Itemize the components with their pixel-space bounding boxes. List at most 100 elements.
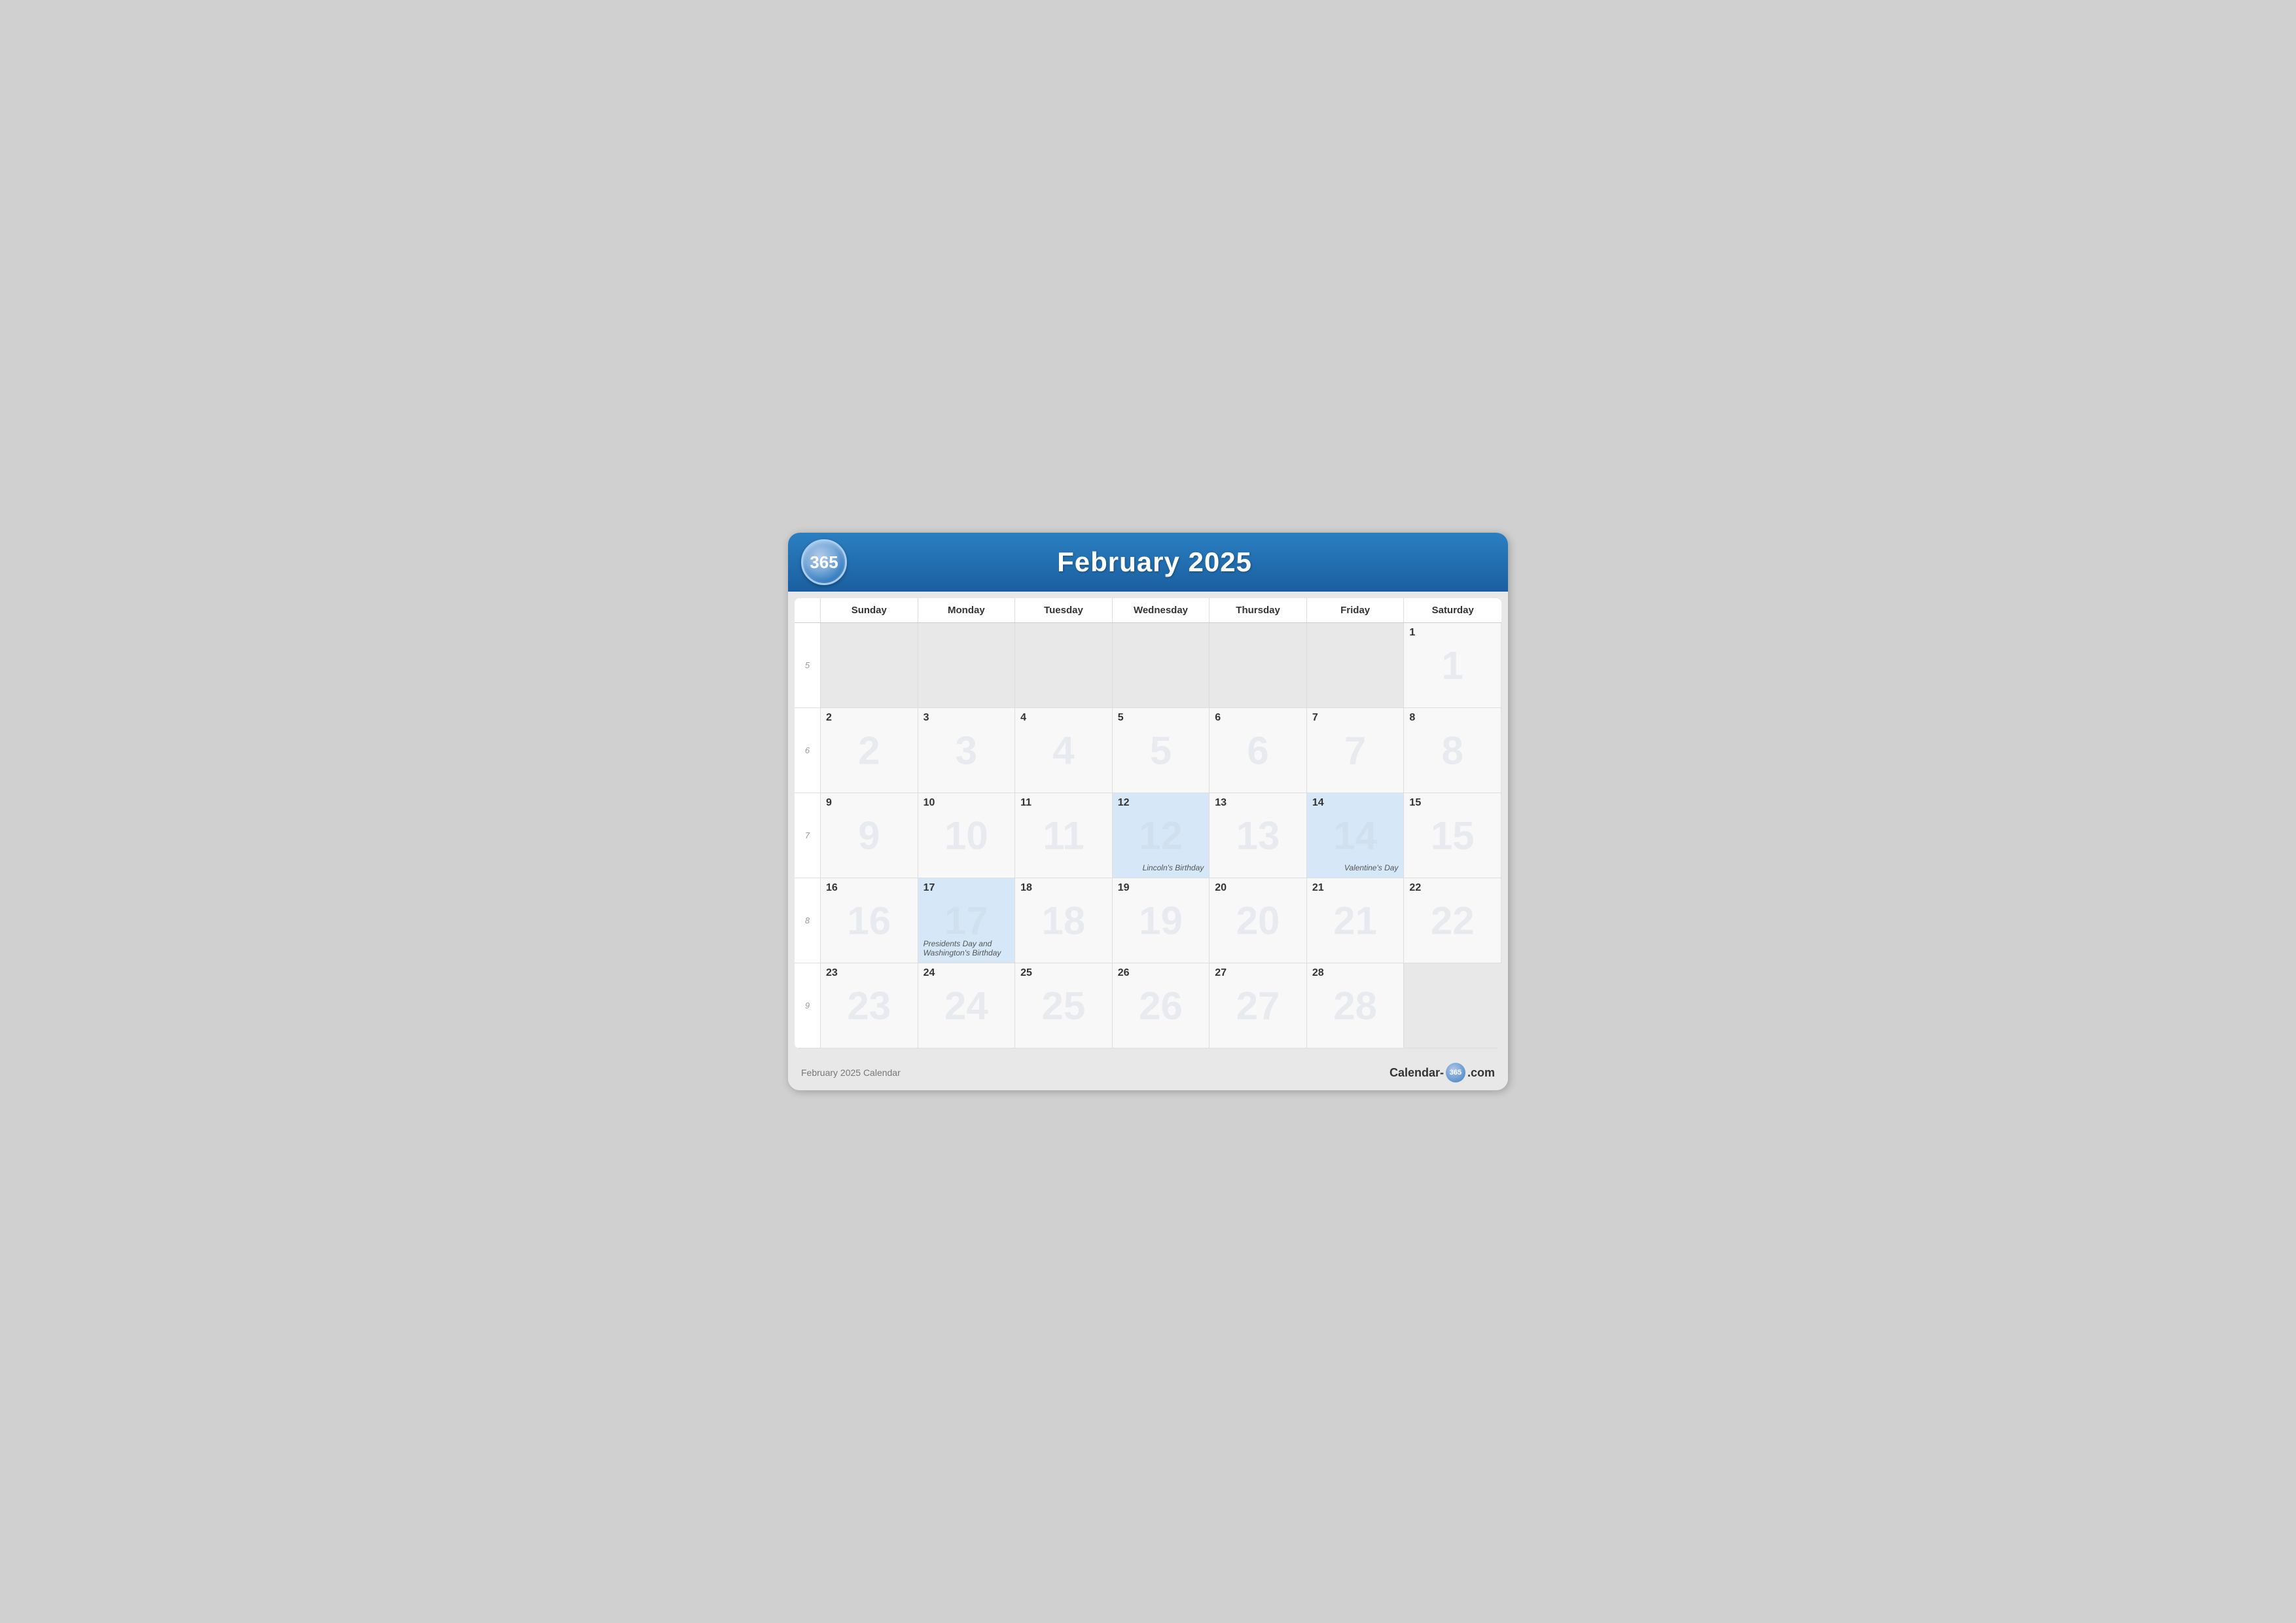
cal-cell-25: 2525	[1015, 963, 1113, 1048]
event-label: Lincoln's Birthday	[1143, 863, 1204, 872]
cal-cell-empty-w0d3	[1113, 623, 1210, 708]
watermark-num: 19	[1139, 898, 1183, 943]
cal-cell-2: 22	[821, 708, 918, 793]
cal-cell-empty-w0d5	[1307, 623, 1405, 708]
cal-cell-empty-w0d2	[1015, 623, 1113, 708]
cal-cell-16: 1616	[821, 878, 918, 963]
event-label: Presidents Day and Washington's Birthday	[924, 939, 1015, 957]
cal-cell-empty-w0d0	[821, 623, 918, 708]
watermark-num: 14	[1333, 813, 1377, 858]
watermark-num: 5	[1150, 728, 1172, 773]
cal-cell-12: 12 12 Lincoln's Birthday	[1113, 793, 1210, 878]
cal-cell-28: 2828	[1307, 963, 1405, 1048]
watermark-num: 26	[1139, 983, 1183, 1028]
cal-cell-4: 44	[1015, 708, 1113, 793]
cal-cell-18: 1818	[1015, 878, 1113, 963]
watermark-num: 13	[1236, 813, 1280, 858]
date-number: 2	[826, 712, 912, 724]
date-number: 21	[1312, 882, 1399, 894]
calendar-title: February 2025	[860, 546, 1449, 578]
cal-cell-empty-w0d4	[1210, 623, 1307, 708]
watermark-num: 15	[1431, 813, 1475, 858]
cal-cell-15: 1515	[1404, 793, 1501, 878]
watermark-num: 2	[858, 728, 880, 773]
day-headers-row: Sunday Monday Tuesday Wednesday Thursday…	[795, 598, 1501, 623]
day-header-tuesday: Tuesday	[1015, 598, 1113, 622]
date-number: 13	[1215, 797, 1301, 809]
watermark-num: 11	[1043, 813, 1084, 858]
footer-brand-suffix: .com	[1467, 1066, 1495, 1080]
calendar-footer: February 2025 Calendar Calendar- 365 .co…	[788, 1055, 1508, 1090]
day-header-wednesday: Wednesday	[1113, 598, 1210, 622]
cal-cell-6: 66	[1210, 708, 1307, 793]
date-number: 3	[924, 712, 1010, 724]
date-number: 7	[1312, 712, 1399, 724]
watermark-num: 6	[1247, 728, 1268, 773]
date-number: 1	[1409, 627, 1496, 639]
date-number: 20	[1215, 882, 1301, 894]
cal-cell-24: 2424	[918, 963, 1016, 1048]
day-header-saturday: Saturday	[1404, 598, 1501, 622]
date-number: 16	[826, 882, 912, 894]
footer-brand-prefix: Calendar-	[1390, 1066, 1444, 1080]
date-number: 17	[924, 882, 1010, 894]
watermark-num: 12	[1139, 813, 1183, 858]
date-number: 5	[1118, 712, 1204, 724]
watermark-num: 22	[1431, 898, 1475, 943]
watermark-num: 18	[1042, 898, 1086, 943]
day-header-sunday: Sunday	[821, 598, 918, 622]
cal-cell-9: 99	[821, 793, 918, 878]
calendar-grid: 511622334455667788799101011111212Lincoln…	[795, 623, 1501, 1048]
cal-cell-1: 11	[1404, 623, 1501, 708]
date-number: 15	[1409, 797, 1496, 809]
day-header-thursday: Thursday	[1210, 598, 1307, 622]
date-number: 19	[1118, 882, 1204, 894]
watermark-num: 28	[1333, 983, 1377, 1028]
footer-brand-badge: 365	[1446, 1063, 1465, 1082]
date-number: 22	[1409, 882, 1496, 894]
date-number: 9	[826, 797, 912, 809]
date-number: 18	[1020, 882, 1107, 894]
cal-cell-5: 55	[1113, 708, 1210, 793]
date-number: 11	[1020, 797, 1107, 809]
week-number-5: 5	[795, 623, 821, 708]
week-number-8: 8	[795, 878, 821, 963]
date-number: 4	[1020, 712, 1107, 724]
watermark-num: 16	[847, 898, 891, 943]
logo-badge: 365	[801, 539, 847, 585]
cal-cell-10: 1010	[918, 793, 1016, 878]
week-number-9: 9	[795, 963, 821, 1048]
cal-cell-20: 2020	[1210, 878, 1307, 963]
cal-cell-8: 88	[1404, 708, 1501, 793]
calendar-body: Sunday Monday Tuesday Wednesday Thursday…	[795, 598, 1501, 1048]
cal-cell-17: 1717Presidents Day and Washington's Birt…	[918, 878, 1016, 963]
cal-cell-7: 77	[1307, 708, 1405, 793]
watermark-num: 8	[1442, 728, 1463, 773]
footer-brand: Calendar- 365 .com	[1390, 1063, 1495, 1082]
watermark-num: 17	[944, 898, 988, 943]
cal-cell-21: 2121	[1307, 878, 1405, 963]
cal-cell-27: 2727	[1210, 963, 1307, 1048]
date-number: 23	[826, 967, 912, 979]
week-num-header	[795, 598, 821, 622]
date-number: 28	[1312, 967, 1399, 979]
week-number-7: 7	[795, 793, 821, 878]
cal-cell-empty-w4d6	[1404, 963, 1501, 1048]
date-number: 12	[1118, 797, 1204, 809]
watermark-num: 20	[1236, 898, 1280, 943]
cal-cell-empty-w0d1	[918, 623, 1016, 708]
date-number: 27	[1215, 967, 1301, 979]
day-header-friday: Friday	[1307, 598, 1405, 622]
date-number: 10	[924, 797, 1010, 809]
date-number: 8	[1409, 712, 1496, 724]
watermark-num: 27	[1236, 983, 1280, 1028]
cal-cell-22: 2222	[1404, 878, 1501, 963]
footer-label: February 2025 Calendar	[801, 1067, 901, 1078]
watermark-num: 21	[1333, 898, 1377, 943]
cal-cell-3: 33	[918, 708, 1016, 793]
watermark-num: 10	[944, 813, 988, 858]
watermark-num: 3	[956, 728, 977, 773]
cal-cell-13: 1313	[1210, 793, 1307, 878]
watermark-num: 4	[1052, 728, 1074, 773]
day-header-monday: Monday	[918, 598, 1016, 622]
